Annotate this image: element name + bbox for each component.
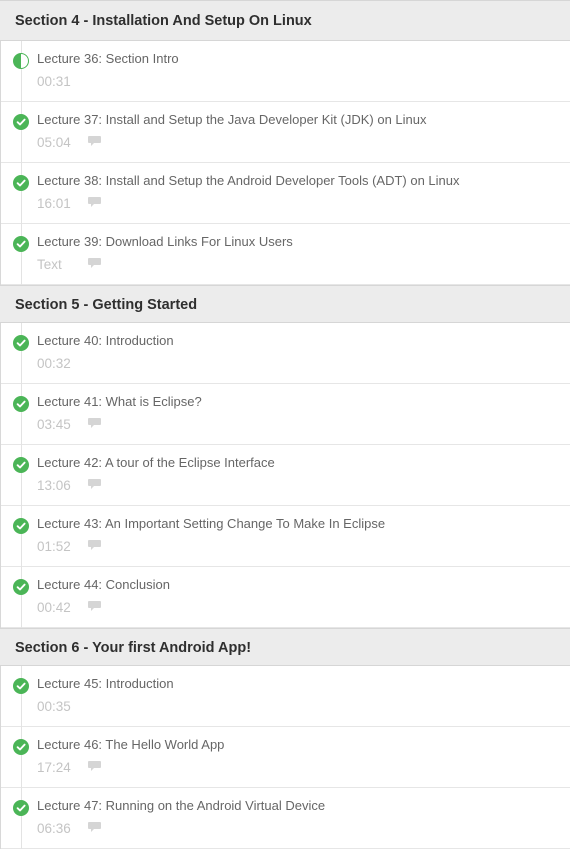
lecture-duration: 13:06 bbox=[37, 478, 71, 493]
lecture-meta: 00:35 bbox=[37, 699, 87, 714]
lecture-title[interactable]: Lecture 37: Install and Setup the Java D… bbox=[37, 112, 427, 127]
lecture-item[interactable]: Lecture 38: Install and Setup the Androi… bbox=[0, 163, 570, 224]
lecture-item[interactable]: Lecture 45: Introduction 00:35 bbox=[0, 666, 570, 727]
lecture-title[interactable]: Lecture 38: Install and Setup the Androi… bbox=[37, 173, 460, 188]
lecture-item[interactable]: Lecture 42: A tour of the Eclipse Interf… bbox=[0, 445, 570, 506]
lecture-title[interactable]: Lecture 45: Introduction bbox=[37, 676, 174, 691]
progress-track-line bbox=[21, 567, 22, 628]
check-circle-icon bbox=[13, 236, 29, 252]
curriculum-list: Section 4 - Installation And Setup On Li… bbox=[0, 0, 570, 849]
lecture-title[interactable]: Lecture 44: Conclusion bbox=[37, 577, 170, 592]
lecture-duration: 05:04 bbox=[37, 135, 71, 150]
lecture-item[interactable]: Lecture 44: Conclusion 00:42 bbox=[0, 567, 570, 628]
lecture-item[interactable]: Lecture 36: Section Intro 00:31 bbox=[0, 41, 570, 102]
lecture-title[interactable]: Lecture 47: Running on the Android Virtu… bbox=[37, 798, 325, 813]
lecture-title[interactable]: Lecture 39: Download Links For Linux Use… bbox=[37, 234, 293, 249]
check-circle-icon bbox=[13, 518, 29, 534]
lecture-meta: 13:06 bbox=[37, 478, 102, 493]
progress-track-line bbox=[21, 102, 22, 163]
lecture-item[interactable]: Lecture 47: Running on the Android Virtu… bbox=[0, 788, 570, 849]
lecture-duration: 06:36 bbox=[37, 821, 71, 836]
check-circle-icon bbox=[13, 678, 29, 694]
lecture-title[interactable]: Lecture 42: A tour of the Eclipse Interf… bbox=[37, 455, 275, 470]
check-circle-icon bbox=[13, 739, 29, 755]
lecture-duration: 00:31 bbox=[37, 74, 71, 89]
progress-track-line bbox=[21, 163, 22, 224]
check-circle-icon bbox=[13, 800, 29, 816]
comment-icon[interactable] bbox=[87, 539, 102, 554]
lecture-duration: 00:42 bbox=[37, 600, 71, 615]
section-header: Section 6 - Your first Android App! bbox=[0, 628, 570, 666]
lecture-meta: 01:52 bbox=[37, 539, 102, 554]
progress-track-line bbox=[21, 506, 22, 567]
lecture-duration: 00:32 bbox=[37, 356, 71, 371]
lecture-title[interactable]: Lecture 43: An Important Setting Change … bbox=[37, 516, 385, 531]
progress-track-line bbox=[21, 41, 22, 102]
lecture-item[interactable]: Lecture 43: An Important Setting Change … bbox=[0, 506, 570, 567]
check-circle-icon bbox=[13, 457, 29, 473]
lecture-duration: 00:35 bbox=[37, 699, 71, 714]
lecture-title[interactable]: Lecture 46: The Hello World App bbox=[37, 737, 224, 752]
lecture-duration: 16:01 bbox=[37, 196, 71, 211]
lecture-duration: 01:52 bbox=[37, 539, 71, 554]
section-header: Section 5 - Getting Started bbox=[0, 285, 570, 323]
check-circle-icon bbox=[13, 175, 29, 191]
check-circle-icon bbox=[13, 335, 29, 351]
lecture-meta: 03:45 bbox=[37, 417, 102, 432]
comment-icon[interactable] bbox=[87, 821, 102, 836]
comment-icon[interactable] bbox=[87, 257, 102, 272]
section-header: Section 4 - Installation And Setup On Li… bbox=[0, 0, 570, 41]
progress-track-line bbox=[21, 445, 22, 506]
progress-track-line bbox=[21, 788, 22, 849]
check-circle-icon bbox=[13, 579, 29, 595]
lecture-meta: 17:24 bbox=[37, 760, 102, 775]
progress-track-line bbox=[21, 323, 22, 384]
lecture-duration: 03:45 bbox=[37, 417, 71, 432]
comment-icon[interactable] bbox=[87, 478, 102, 493]
lecture-title[interactable]: Lecture 40: Introduction bbox=[37, 333, 174, 348]
lecture-meta: 06:36 bbox=[37, 821, 102, 836]
half-circle-icon bbox=[13, 53, 29, 69]
comment-icon[interactable] bbox=[87, 600, 102, 615]
lecture-title[interactable]: Lecture 41: What is Eclipse? bbox=[37, 394, 202, 409]
lecture-meta: 16:01 bbox=[37, 196, 102, 211]
lecture-item[interactable]: Lecture 40: Introduction 00:32 bbox=[0, 323, 570, 384]
lecture-item[interactable]: Lecture 46: The Hello World App 17:24 bbox=[0, 727, 570, 788]
check-circle-icon bbox=[13, 114, 29, 130]
lecture-item[interactable]: Lecture 41: What is Eclipse? 03:45 bbox=[0, 384, 570, 445]
lecture-title[interactable]: Lecture 36: Section Intro bbox=[37, 51, 179, 66]
progress-track-line bbox=[21, 666, 22, 727]
lecture-duration: 17:24 bbox=[37, 760, 71, 775]
check-circle-icon bbox=[13, 396, 29, 412]
lecture-meta: 00:42 bbox=[37, 600, 102, 615]
lecture-item[interactable]: Lecture 37: Install and Setup the Java D… bbox=[0, 102, 570, 163]
comment-icon[interactable] bbox=[87, 417, 102, 432]
lecture-meta: Text bbox=[37, 257, 102, 272]
lecture-item[interactable]: Lecture 39: Download Links For Linux Use… bbox=[0, 224, 570, 285]
comment-icon[interactable] bbox=[87, 760, 102, 775]
progress-track-line bbox=[21, 727, 22, 788]
lecture-meta: 00:32 bbox=[37, 356, 87, 371]
lecture-duration: Text bbox=[37, 257, 62, 272]
lecture-meta: 05:04 bbox=[37, 135, 102, 150]
comment-icon[interactable] bbox=[87, 196, 102, 211]
progress-track-line bbox=[21, 224, 22, 285]
comment-icon[interactable] bbox=[87, 135, 102, 150]
lecture-meta: 00:31 bbox=[37, 74, 87, 89]
progress-track-line bbox=[21, 384, 22, 445]
